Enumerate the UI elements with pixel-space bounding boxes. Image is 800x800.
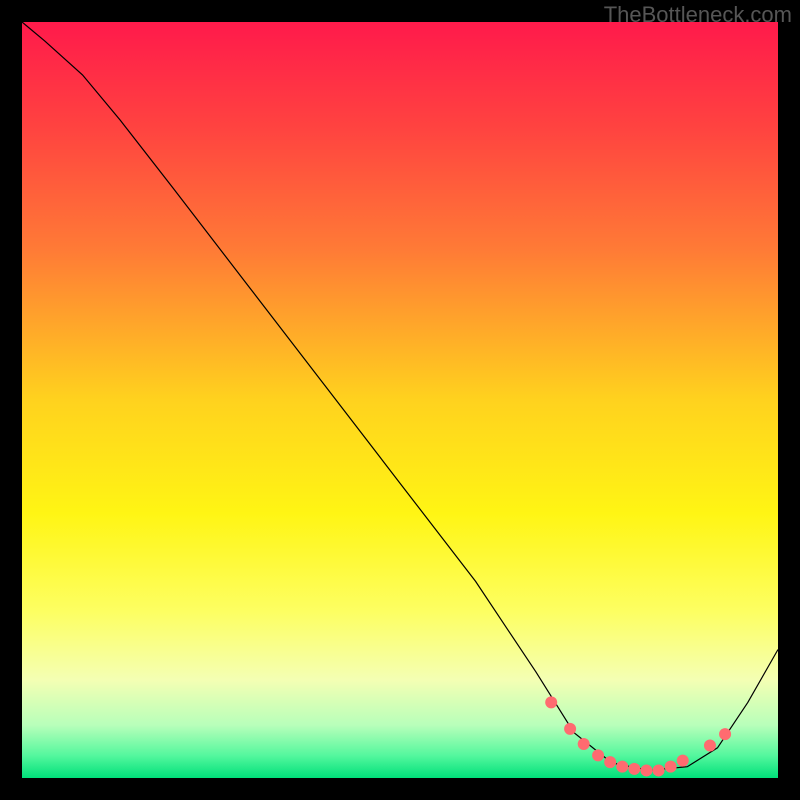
marker-dot [564,723,576,735]
attribution-text: TheBottleneck.com [604,2,792,28]
marker-dot [604,756,616,768]
marker-dot [704,739,716,751]
marker-dot [640,764,652,776]
chart-svg [0,0,800,800]
marker-dot [653,764,665,776]
marker-dot [719,728,731,740]
chart-background [22,22,778,778]
chart-container: TheBottleneck.com [0,0,800,800]
marker-dot [616,761,628,773]
marker-dot [665,761,677,773]
marker-dot [578,738,590,750]
marker-dot [677,755,689,767]
marker-dot [628,763,640,775]
marker-dot [545,696,557,708]
marker-dot [592,749,604,761]
